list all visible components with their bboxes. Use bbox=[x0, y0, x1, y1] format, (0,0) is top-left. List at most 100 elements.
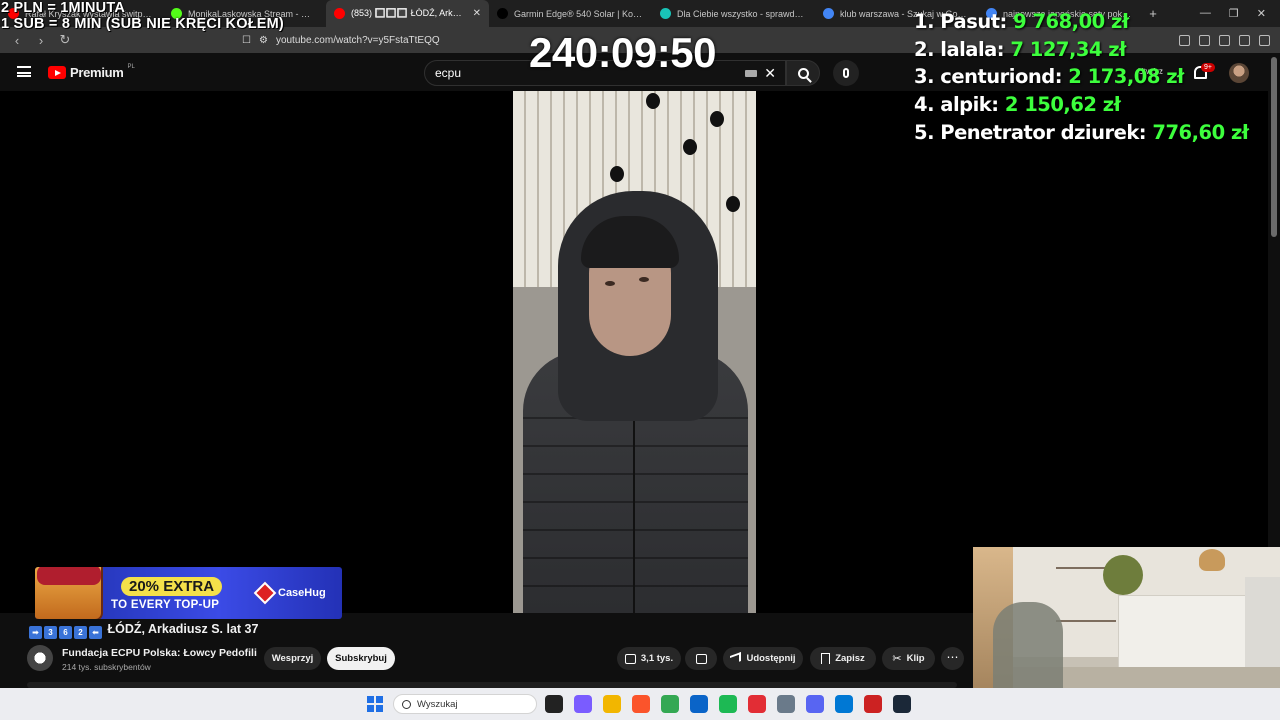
search-icon bbox=[797, 67, 809, 79]
search-icon bbox=[402, 699, 411, 709]
donor-name: centuriond: bbox=[940, 65, 1062, 89]
taskbar-app-icon[interactable] bbox=[893, 695, 911, 713]
ad-brand: CaseHug bbox=[253, 581, 326, 605]
share-button[interactable]: Udostępnij bbox=[723, 647, 803, 670]
donor-name: lalala: bbox=[940, 37, 1005, 61]
tab-3[interactable]: Garmin Edge® 540 Solar | Komputer bbox=[489, 0, 652, 27]
video-title-text: ŁÓDŹ, Arkadiusz S. lat 37 bbox=[107, 622, 259, 636]
taskbar-app-icon[interactable] bbox=[545, 695, 563, 713]
channel-avatar[interactable] bbox=[27, 645, 53, 671]
forward-icon[interactable]: › bbox=[34, 33, 48, 48]
donor-name: Penetrator dziurek: bbox=[940, 120, 1147, 144]
taskbar-search-placeholder: Wyszukaj bbox=[417, 698, 458, 710]
leaderboard-row: 1. Pasut: 9 768,00 zł bbox=[914, 8, 1249, 36]
scroll-thumb[interactable] bbox=[1271, 57, 1277, 237]
thumbs-up-icon bbox=[624, 653, 636, 664]
keyboard-icon[interactable] bbox=[745, 70, 757, 77]
arrow-right-icon: ➡ bbox=[29, 626, 42, 639]
donor-name: alpik: bbox=[940, 93, 999, 117]
taskbar-app-icon[interactable] bbox=[603, 695, 621, 713]
like-count: 3,1 tys. bbox=[640, 653, 674, 664]
treasure-chest-icon bbox=[35, 567, 103, 619]
dislike-button[interactable] bbox=[685, 647, 717, 670]
bookmark-save-icon bbox=[821, 653, 831, 664]
subathon-timer: 240:09:50 bbox=[529, 29, 716, 76]
voice-search-button[interactable] bbox=[833, 60, 859, 86]
share-icon bbox=[730, 651, 742, 666]
close-tab-icon[interactable]: ✕ bbox=[473, 8, 481, 19]
ad-brand-name: CaseHug bbox=[278, 587, 326, 599]
taskbar-pinned-apps bbox=[545, 695, 911, 713]
taskbar-app-icon[interactable] bbox=[835, 695, 853, 713]
ad-headline: 20% EXTRA bbox=[121, 577, 223, 596]
youtube-logo[interactable]: Premium PL bbox=[48, 64, 135, 80]
leaderboard-row: 3. centuriond: 2 173,08 zł bbox=[914, 63, 1249, 91]
menu-icon[interactable] bbox=[1259, 34, 1270, 46]
donation-amount: 7 127,34 zł bbox=[1010, 37, 1126, 61]
search-button[interactable] bbox=[786, 60, 820, 86]
donor-name: Pasut: bbox=[940, 10, 1007, 33]
support-button[interactable]: Wesprzyj bbox=[264, 647, 321, 670]
tab-4[interactable]: Dla Ciebie wszystko - sprawdź nowe bbox=[652, 0, 815, 27]
taskbar-app-icon[interactable] bbox=[748, 695, 766, 713]
reload-icon[interactable]: ↻ bbox=[58, 32, 72, 48]
favicon-icon bbox=[334, 8, 345, 19]
rate-line-1: 2 PLN = 1MINUTA bbox=[1, 0, 125, 16]
start-windows-icon[interactable] bbox=[367, 696, 383, 712]
video-player[interactable] bbox=[0, 91, 1268, 613]
wall-dot bbox=[610, 166, 624, 182]
subscribe-button[interactable]: Subskrybuj bbox=[327, 647, 395, 670]
taskbar-app-icon[interactable] bbox=[864, 695, 882, 713]
donation-amount: 2 150,62 zł bbox=[1004, 93, 1121, 117]
tab-label: (853) 🔳🔳🔳 ŁÓDŹ, Arkadiusz bbox=[351, 8, 467, 18]
close-window-icon[interactable]: ✕ bbox=[1257, 7, 1266, 20]
scissors-icon: ✂ bbox=[892, 653, 902, 665]
channel-subscriber-count: 214 tys. subskrybentów bbox=[62, 662, 151, 672]
taskbar-search-input[interactable]: Wyszukaj bbox=[393, 694, 537, 714]
rank: 2. bbox=[914, 37, 934, 61]
webcam-kitchen-cabinets bbox=[1118, 595, 1248, 675]
taskbar-app-icon[interactable] bbox=[690, 695, 708, 713]
webcam-lamp bbox=[1199, 549, 1225, 571]
taskbar-app-icon[interactable] bbox=[661, 695, 679, 713]
chest-lid bbox=[37, 567, 101, 585]
tab-2-active[interactable]: (853) 🔳🔳🔳 ŁÓDŹ, Arkadiusz ✕ bbox=[326, 0, 489, 27]
eye bbox=[605, 281, 615, 286]
save-label: Zapisz bbox=[835, 653, 865, 664]
wall-dot bbox=[710, 111, 724, 127]
site-info-icon[interactable]: ⚙ bbox=[259, 35, 268, 46]
taskbar-app-icon[interactable] bbox=[777, 695, 795, 713]
donation-amount: 2 173,08 zł bbox=[1068, 65, 1184, 89]
wall-dot bbox=[726, 196, 740, 212]
taskbar-app-icon[interactable] bbox=[574, 695, 592, 713]
channel-name[interactable]: Fundacja ECPU Polska: Łowcy Pedofili bbox=[62, 647, 257, 659]
like-button[interactable]: 3,1 tys. bbox=[617, 647, 681, 670]
more-actions-button[interactable]: ⋯ bbox=[941, 647, 964, 670]
save-button[interactable]: Zapisz bbox=[810, 647, 876, 670]
arrow-left-icon: ⬅ bbox=[89, 626, 102, 639]
microphone-icon bbox=[843, 68, 849, 78]
taskbar-app-icon[interactable] bbox=[632, 695, 650, 713]
hamburger-menu-icon[interactable] bbox=[17, 66, 31, 77]
leaderboard-row: 5. Penetrator dziurek: 776,60 zł bbox=[914, 119, 1249, 147]
rank: 1. bbox=[914, 10, 934, 33]
ad-subline: TO EVERY TOP-UP bbox=[111, 599, 220, 611]
bookmark-icon[interactable]: ☐ bbox=[242, 35, 251, 46]
back-icon[interactable]: ‹ bbox=[10, 33, 24, 48]
sponsor-ad-banner: 20% EXTRA TO EVERY TOP-UP CaseHug bbox=[35, 567, 342, 619]
clear-search-icon[interactable]: ✕ bbox=[764, 65, 776, 82]
taskbar-app-icon[interactable] bbox=[806, 695, 824, 713]
donation-amount: 9 768,00 zł bbox=[1013, 10, 1129, 33]
favicon-icon bbox=[497, 8, 508, 19]
wall-dot bbox=[646, 93, 660, 109]
jacket-quilting bbox=[523, 391, 748, 613]
donation-leaderboard: 1. Pasut: 9 768,00 zł 2. lalala: 7 127,3… bbox=[914, 8, 1249, 147]
clip-label: Klip bbox=[906, 653, 925, 664]
taskbar-app-icon[interactable] bbox=[719, 695, 737, 713]
favicon-icon bbox=[823, 8, 834, 19]
donation-amount: 776,60 zł bbox=[1152, 120, 1249, 144]
favicon-icon bbox=[660, 8, 671, 19]
clip-button[interactable]: ✂ Klip bbox=[882, 647, 935, 670]
donation-rate-overlay: 2 PLN = 1MINUTA 1 SUB = 8 MIN (SUB NIE K… bbox=[1, 0, 284, 32]
thumbs-down-icon bbox=[695, 653, 707, 664]
